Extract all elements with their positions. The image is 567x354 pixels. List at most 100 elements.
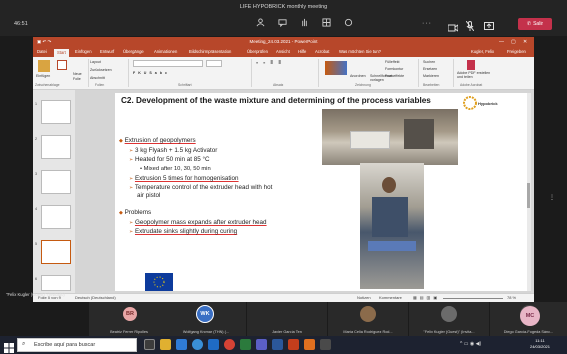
tab-bildschirmpraesentation[interactable]: Bildschirmpräsentation	[189, 49, 231, 54]
shape-fill-button[interactable]: Fülleffekt	[385, 60, 400, 64]
adobe-pdf-button[interactable]: Adobe PDF erstellen und teilen	[457, 71, 495, 79]
more-icon[interactable]: ···	[422, 20, 432, 27]
search-icon: ⌕	[22, 341, 26, 347]
excel-icon[interactable]	[240, 339, 251, 350]
outlook-icon[interactable]	[208, 339, 219, 350]
thumb-number: 1	[35, 102, 37, 106]
layout-button[interactable]: Layout	[90, 60, 101, 64]
tell-me-search[interactable]: Was möchten Sie tun?	[339, 49, 381, 54]
group-font: Schriftart	[178, 83, 192, 87]
font-name-select[interactable]	[133, 60, 203, 67]
group-editing: Bearbeiten	[423, 83, 440, 87]
slide[interactable]: C2. Development of the waste mixture and…	[115, 93, 527, 291]
ppt-titlebar: Meeting_24.03.2021 - PowerPoint ▣ ↶ ↷ — …	[33, 37, 534, 48]
close-icon[interactable]: ✕	[523, 39, 527, 45]
notes-button[interactable]: Notizen	[357, 295, 371, 300]
tab-start[interactable]: Start	[54, 49, 69, 57]
section-button[interactable]: Abschnitt	[90, 76, 105, 80]
language-indicator[interactable]: Deutsch (Deutschland)	[75, 295, 116, 300]
chrome-icon[interactable]	[224, 339, 235, 350]
powerpoint-icon[interactable]	[288, 339, 299, 350]
leave-button[interactable]: ✆ Salir	[518, 18, 552, 30]
slide-thumbnail[interactable]	[41, 135, 71, 159]
group-paragraph: Absatz	[273, 83, 284, 87]
arrange-button[interactable]: Anordnen	[350, 74, 366, 78]
slide-thumbnail[interactable]	[41, 170, 71, 194]
participant-tile[interactable]: Javier García Ten	[247, 302, 327, 336]
word-icon[interactable]	[272, 339, 283, 350]
file-explorer-icon[interactable]	[160, 339, 171, 350]
group-clipboard: Zwischenablage	[35, 83, 60, 87]
shape-effects-button[interactable]: Formeffekte	[385, 74, 404, 78]
paste-icon[interactable]	[38, 60, 50, 72]
edge-icon[interactable]	[192, 339, 203, 350]
slide-thumbnail[interactable]	[41, 100, 71, 124]
zoom-slider[interactable]	[443, 298, 503, 299]
tab-datei[interactable]: Datei	[37, 49, 47, 54]
apps-icon[interactable]	[338, 18, 358, 34]
replace-button[interactable]: Ersetzen	[423, 67, 437, 71]
task-view-icon[interactable]	[144, 339, 155, 350]
slide-thumbnail-selected[interactable]	[41, 240, 71, 264]
breakout-rooms-icon[interactable]	[316, 18, 336, 34]
group-adobe: Adobe Acrobat	[460, 83, 483, 87]
bullet-arrow-icon: ➢	[129, 176, 134, 182]
paragraph-buttons[interactable]: ≡ ≡ ≣ ≣	[256, 61, 283, 65]
share-button[interactable]: Freigeben	[507, 49, 526, 54]
tab-entwurf[interactable]: Entwurf	[100, 49, 114, 54]
slide-thumbnail[interactable]	[41, 275, 71, 291]
scroll-thumb[interactable]	[527, 183, 530, 208]
sidebar-more-icon[interactable]: ⋮	[549, 194, 555, 201]
participant-tile[interactable]: BR Beatriz Ferrer Ripolles	[89, 302, 169, 336]
new-slide-label[interactable]: Neue Folie	[73, 72, 85, 82]
comments-button[interactable]: Kommentare	[379, 295, 402, 300]
select-button[interactable]: Markieren	[423, 74, 439, 78]
avatar-photo	[441, 306, 457, 322]
maximize-icon[interactable]: ▢	[511, 39, 516, 45]
tab-hilfe[interactable]: Hilfe	[298, 49, 306, 54]
people-icon[interactable]	[250, 18, 270, 34]
taskbar-search-input[interactable]: ⌕ Escribe aquí para buscar	[17, 338, 137, 352]
participant-tile[interactable]: María Celia Rodríguez Rod...	[328, 302, 408, 336]
app-icon[interactable]	[320, 339, 331, 350]
avatar[interactable]: MC	[520, 306, 540, 326]
tab-acrobat[interactable]: Acrobat	[315, 49, 329, 54]
participant-tile[interactable]: "Felix Kugler (Guest)" (Invita...	[409, 302, 489, 336]
camera-icon[interactable]	[447, 19, 459, 37]
participant-tile[interactable]: WK Wolfgang Krcmar (THN) (...	[166, 302, 246, 336]
system-tray[interactable]: ^ ▭ ◉ ◀)	[460, 341, 481, 347]
tab-ueberpruefen[interactable]: Überprüfen	[247, 49, 268, 54]
tab-einfuegen[interactable]: Einfügen	[75, 49, 92, 54]
adobe-pdf-icon[interactable]	[467, 60, 475, 70]
shape-outline-button[interactable]: Formkontur	[385, 67, 403, 71]
raise-hand-icon[interactable]	[294, 18, 314, 34]
thumb-number: 6	[35, 277, 37, 281]
thumb-number: 3	[35, 172, 37, 176]
mail-icon[interactable]	[176, 339, 187, 350]
font-size-select[interactable]	[206, 60, 222, 67]
tab-uebergaenge[interactable]: Übergänge	[123, 49, 144, 54]
shapes-gallery[interactable]	[325, 61, 347, 75]
bullet-arrow-icon: ➢	[129, 148, 134, 154]
zoom-level[interactable]: 78 %	[507, 295, 516, 300]
tab-animationen[interactable]: Animationen	[154, 49, 177, 54]
windows-start-icon[interactable]	[4, 340, 14, 353]
bullet-temp: Temperature control of the extruder head…	[134, 184, 273, 191]
teams-icon[interactable]	[256, 339, 267, 350]
taskbar-clock[interactable]: 11:11 24/03/2021	[520, 338, 560, 350]
mic-icon[interactable]	[465, 18, 475, 36]
font-format-buttons[interactable]: FKUSabc	[133, 71, 170, 75]
paste-label[interactable]: Einfügen	[36, 74, 50, 78]
view-buttons[interactable]: ▦▤▥▣	[413, 295, 440, 300]
bullet-arrow-icon: ◆	[119, 210, 123, 216]
tab-ansicht[interactable]: Ansicht	[276, 49, 290, 54]
save-icon[interactable]: ▣ ↶ ↷	[37, 39, 51, 45]
new-slide-icon[interactable]	[57, 60, 67, 70]
find-button[interactable]: Suchen	[423, 60, 435, 64]
reset-button[interactable]: Zurücksetzen	[90, 68, 112, 72]
share-icon[interactable]	[484, 18, 494, 36]
app-icon[interactable]	[304, 339, 315, 350]
chat-icon[interactable]	[272, 18, 292, 34]
slide-thumbnail[interactable]	[41, 205, 71, 229]
minimize-icon[interactable]: —	[499, 39, 504, 45]
